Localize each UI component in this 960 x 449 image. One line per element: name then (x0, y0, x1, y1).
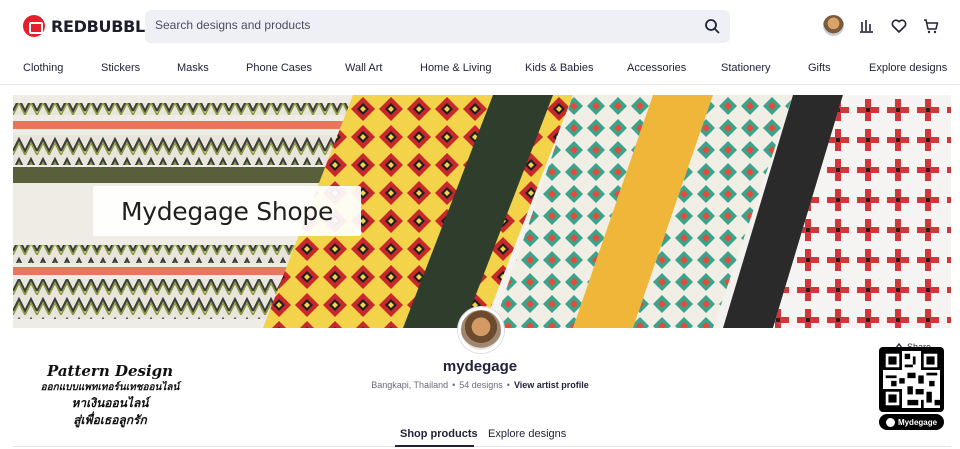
nav-item-phone-cases[interactable]: Phone Cases (246, 62, 312, 74)
banner-title-box: Mydegage Shope (93, 186, 361, 236)
nav-item-clothing[interactable]: Clothing (23, 62, 63, 74)
category-nav: Clothing Stickers Masks Phone Cases Wall… (0, 54, 960, 85)
active-tab-indicator (395, 445, 474, 447)
user-avatar[interactable] (823, 15, 844, 36)
heart-icon[interactable] (890, 17, 908, 35)
nav-item-gifts[interactable]: Gifts (808, 62, 831, 74)
qr-code-icon (883, 351, 940, 408)
header-actions (823, 15, 940, 36)
promo-tagline: Pattern Design ออกแบบแพทเทอร์นเทชออนไลน์… (30, 362, 190, 429)
artist-location: Bangkapi, Thailand (371, 380, 449, 390)
promo-title: Pattern Design (46, 362, 174, 380)
redbubble-logo[interactable]: REDBUBBLE (23, 15, 156, 37)
meta-separator: • (506, 380, 510, 390)
nav-item-wall-art[interactable]: Wall Art (345, 62, 383, 74)
dashboard-icon[interactable] (858, 17, 876, 35)
nav-item-accessories[interactable]: Accessories (627, 62, 686, 74)
meta-separator: • (452, 380, 456, 390)
promo-line-1: ออกแบบแพทเทอร์นเทชออนไลน์ (40, 382, 180, 393)
cart-icon[interactable] (922, 17, 940, 35)
nav-item-home-living[interactable]: Home & Living (420, 62, 492, 74)
search-input[interactable] (155, 18, 655, 32)
search-bar[interactable] (145, 10, 730, 43)
search-icon[interactable] (704, 18, 720, 34)
nav-item-kids-babies[interactable]: Kids & Babies (525, 62, 593, 74)
artist-avatar[interactable] (458, 307, 504, 353)
tab-explore-designs[interactable]: Explore designs (488, 428, 566, 440)
view-artist-profile-link[interactable]: View artist profile (514, 380, 589, 390)
shop-banner: Mydegage Shope (13, 95, 951, 328)
logo-text: REDBUBBLE (51, 16, 156, 36)
qr-code (879, 347, 944, 412)
site-header: REDBUBBLE (0, 0, 960, 54)
artist-design-count: 54 designs (459, 380, 503, 390)
promo-line-2: หาเงินออนไลน์ (71, 396, 149, 410)
nav-item-masks[interactable]: Masks (177, 62, 209, 74)
nav-item-stickers[interactable]: Stickers (101, 62, 140, 74)
banner-title: Mydegage Shope (120, 196, 334, 226)
shop-tabs: Shop products Explore designs (0, 423, 960, 449)
nav-item-explore-designs[interactable]: Explore designs (869, 62, 947, 74)
tabs-divider (13, 446, 951, 447)
logo-mark-icon (23, 15, 45, 37)
nav-item-stationery[interactable]: Stationery (721, 62, 771, 74)
tab-shop-products[interactable]: Shop products (400, 428, 478, 440)
